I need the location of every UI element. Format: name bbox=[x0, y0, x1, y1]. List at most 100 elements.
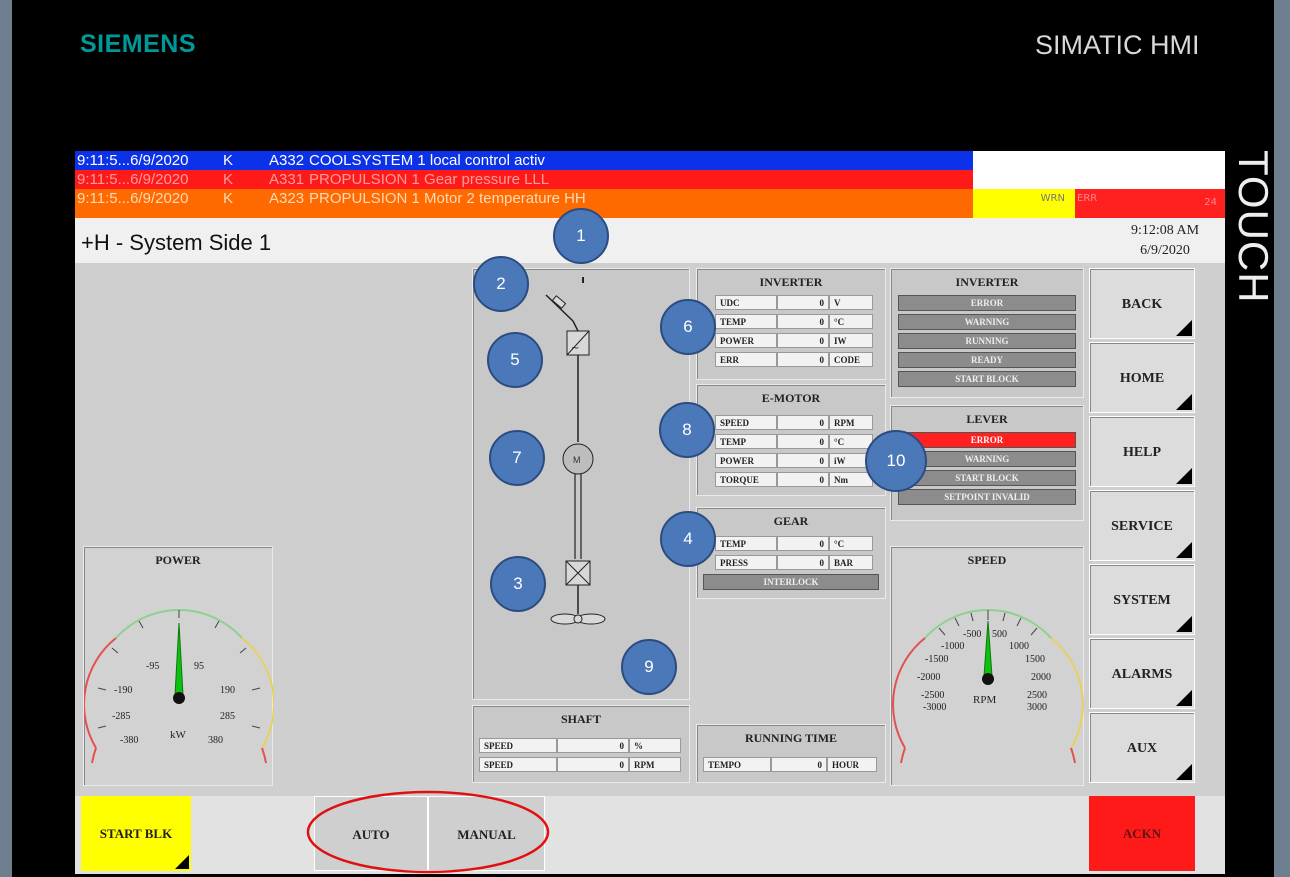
speed-tick: 1000 bbox=[1009, 641, 1029, 652]
row-label: POWER bbox=[715, 453, 777, 468]
annotation-marker-10: 10 bbox=[865, 430, 927, 492]
speed-unit: RPM bbox=[973, 694, 996, 706]
corner-triangle-icon bbox=[1176, 764, 1192, 780]
alarm-code: A323 bbox=[269, 190, 305, 207]
power-tick: 190 bbox=[220, 685, 235, 696]
speed-tick: 2000 bbox=[1031, 672, 1051, 683]
row-unit: Nm bbox=[829, 472, 873, 487]
running-time-panel: RUNNING TIME TEMPO 0 HOUR bbox=[696, 724, 886, 783]
row-unit: RPM bbox=[629, 757, 681, 772]
row-unit: BAR bbox=[829, 555, 873, 570]
row-value: 0 bbox=[777, 295, 829, 310]
acknowledge-button[interactable]: ACKN bbox=[1089, 796, 1195, 871]
alarm-status: K bbox=[223, 171, 234, 188]
alarm-row[interactable]: 9:11:5...6/9/2020 K A332 COOLSYSTEM 1 lo… bbox=[75, 151, 973, 170]
annotation-marker-4: 4 bbox=[660, 511, 716, 567]
corner-triangle-icon bbox=[175, 855, 189, 869]
nav-home-button[interactable]: HOME bbox=[1089, 342, 1195, 413]
row-unit: °C bbox=[829, 536, 873, 551]
nav-system-button[interactable]: SYSTEM bbox=[1089, 564, 1195, 635]
clock-date: 6/9/2020 bbox=[1140, 243, 1190, 258]
annotation-marker-7: 7 bbox=[489, 430, 545, 486]
button-label: HELP bbox=[1122, 445, 1162, 460]
speed-tick: -2000 bbox=[917, 672, 940, 683]
speed-gauge: -500 500 -1000 1000 -1500 1500 -2000 200… bbox=[891, 609, 1085, 764]
annotation-marker-6: 6 bbox=[660, 299, 716, 355]
siemens-logo: SIEMENS bbox=[80, 30, 197, 58]
row-unit: °C bbox=[829, 314, 873, 329]
nav-help-button[interactable]: HELP bbox=[1089, 416, 1195, 487]
annotation-marker-5: 5 bbox=[487, 332, 543, 388]
speed-tick: -2500 bbox=[921, 690, 944, 701]
alarm-text: PROPULSION 1 Motor 2 temperature HH bbox=[309, 190, 586, 207]
button-label: SYSTEM bbox=[1113, 593, 1171, 608]
shaft-title: SHAFT bbox=[560, 712, 601, 726]
speed-tick: 500 bbox=[992, 629, 1007, 640]
error-indicator[interactable]: ERR 24 bbox=[1075, 189, 1225, 218]
row-unit: RPM bbox=[829, 415, 873, 430]
speed-tick: 3000 bbox=[1027, 702, 1047, 713]
button-label: HOME bbox=[1119, 371, 1165, 386]
error-count: 24 bbox=[1204, 197, 1217, 208]
warning-indicator[interactable]: WRN bbox=[973, 189, 1075, 218]
speed-title: SPEED bbox=[967, 553, 1007, 567]
row-label: TEMP bbox=[715, 434, 777, 449]
row-value: 0 bbox=[777, 415, 829, 430]
power-panel: POWER -95 95 -190 190 -285 285 -380 380 … bbox=[83, 546, 274, 786]
power-tick: 285 bbox=[220, 711, 235, 722]
speed-tick: 1500 bbox=[1025, 654, 1045, 665]
alarm-time: 9:11:5...6/9/2020 bbox=[77, 152, 189, 169]
nav-back-button[interactable]: BACK bbox=[1089, 268, 1195, 339]
power-tick: 380 bbox=[208, 735, 223, 746]
row-label: SPEED bbox=[715, 415, 777, 430]
alarm-time: 9:11:5...6/9/2020 bbox=[77, 190, 189, 207]
start-block-button[interactable]: START BLK bbox=[81, 796, 191, 871]
gear-interlock: INTERLOCK bbox=[703, 574, 879, 590]
button-label: SERVICE bbox=[1111, 519, 1173, 534]
clock-time: 9:12:08 AM bbox=[1130, 223, 1200, 238]
inverter-status-panel: INVERTER ERROR WARNING RUNNING READY STA… bbox=[890, 268, 1084, 398]
annotation-ring bbox=[306, 790, 550, 874]
nav-alarms-button[interactable]: ALARMS bbox=[1089, 638, 1195, 709]
alarm-row[interactable]: 9:11:5...6/9/2020 K A331 PROPULSION 1 Ge… bbox=[75, 170, 973, 189]
row-value: 0 bbox=[777, 555, 829, 570]
inverter-title: INVERTER bbox=[759, 275, 823, 289]
power-tick: -190 bbox=[114, 685, 132, 696]
row-unit: HOUR bbox=[827, 757, 877, 772]
row-value: 0 bbox=[557, 738, 629, 753]
lever-setpoint-invalid: SETPOINT INVALID bbox=[898, 489, 1076, 505]
row-label: PRESS bbox=[715, 555, 777, 570]
svg-text:M: M bbox=[573, 455, 581, 465]
annotation-marker-9: 9 bbox=[621, 639, 677, 695]
power-unit: kW bbox=[170, 729, 187, 741]
status-ready: READY bbox=[898, 352, 1076, 368]
gear-panel: GEAR TEMP 0 °C PRESS 0 BAR INTERLOCK bbox=[696, 507, 886, 599]
alarm-row[interactable]: 9:11:5...6/9/2020 K A323 PROPULSION 1 Mo… bbox=[75, 189, 973, 218]
row-unit: °C bbox=[829, 434, 873, 449]
running-time-title: RUNNING TIME bbox=[744, 731, 838, 745]
inverter-panel: INVERTER UDC 0 V TEMP 0 °C POWER 0 IW ER… bbox=[696, 268, 886, 380]
alarm-time: 9:11:5...6/9/2020 bbox=[77, 171, 189, 188]
power-needle bbox=[174, 622, 184, 696]
row-value: 0 bbox=[557, 757, 629, 772]
row-label: TEMP bbox=[715, 536, 777, 551]
corner-triangle-icon bbox=[1176, 616, 1192, 632]
clock: 9:12:08 AM 6/9/2020 bbox=[1105, 221, 1225, 261]
error-label: ERR bbox=[1077, 193, 1098, 204]
row-value: 0 bbox=[777, 536, 829, 551]
row-label: TORQUE bbox=[715, 472, 777, 487]
speed-panel: SPEED -500 500 -1000 1000 -1500 1500 -20… bbox=[890, 546, 1085, 786]
nav-service-button[interactable]: SERVICE bbox=[1089, 490, 1195, 561]
alarm-status: K bbox=[223, 190, 234, 207]
alarm-indicator-area bbox=[973, 151, 1225, 189]
bottom-bar bbox=[75, 796, 1225, 874]
nav-aux-button[interactable]: AUX bbox=[1089, 712, 1195, 783]
emotor-panel: E-MOTOR SPEED 0 RPM TEMP 0 °C POWER 0 iW… bbox=[696, 384, 886, 496]
row-unit: IW bbox=[829, 333, 873, 348]
button-label: AUX bbox=[1126, 741, 1158, 756]
button-label: BACK bbox=[1121, 297, 1163, 312]
status-error: ERROR bbox=[898, 295, 1076, 311]
power-gauge: -95 95 -190 190 -285 285 -380 380 kW bbox=[84, 609, 274, 764]
annotation-marker-2: 2 bbox=[473, 256, 529, 312]
button-label: START BLK bbox=[99, 826, 173, 841]
